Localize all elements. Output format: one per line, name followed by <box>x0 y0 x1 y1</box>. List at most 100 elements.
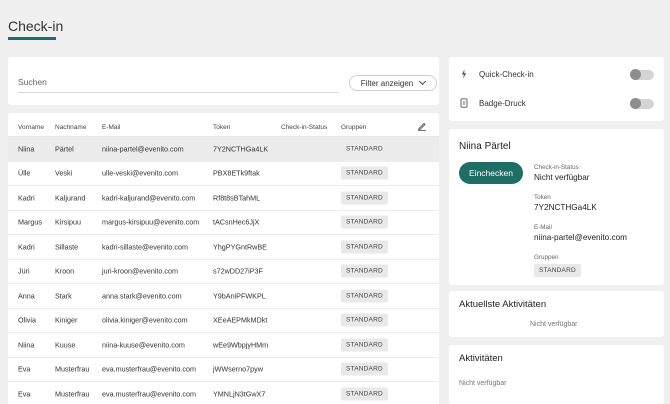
cell-first-name: Niina <box>18 144 35 154</box>
cell-token: wEe9WbpjyHMm <box>213 340 269 350</box>
email-value: niina-partel@evenito.com <box>534 233 627 242</box>
cell-last-name: Sillaste <box>55 242 79 252</box>
group-badge: STANDARD <box>341 362 388 376</box>
column-header-email[interactable]: E-Mail <box>102 124 120 131</box>
cell-token: s72wDD27iP3F <box>213 266 263 276</box>
filter-button-label: Filter anzeigen <box>360 78 414 88</box>
cell-last-name: Kiniger <box>55 315 78 325</box>
cell-email: ulle-veski@evenito.com <box>102 168 179 178</box>
table-row[interactable]: Ülle Veski ulle-veski@evenito.com PBX8ETk9f… <box>8 162 439 186</box>
checkin-status-value: Nicht verfügbar <box>534 173 590 182</box>
table-header: Vorname Nachname E-Mail Token Check-in-S… <box>8 113 439 137</box>
cell-last-name: Pärtel <box>55 144 74 154</box>
group-badge: STANDARD <box>341 240 388 254</box>
badge-print-row: Badge-Druck <box>449 89 664 117</box>
toggle-knob <box>630 69 641 80</box>
token-value: 7Y2NCTHGa4LK <box>534 203 597 212</box>
group-badge: STANDARD <box>341 215 388 229</box>
search-input[interactable] <box>18 73 338 93</box>
cell-first-name: Kadri <box>18 193 35 203</box>
groups-label: Gruppen <box>534 254 559 261</box>
latest-activities-empty: Nicht verfügbar <box>530 321 578 328</box>
table-row[interactable]: Jüri Kroon juri-kroon@evenito.com s72wDD27i… <box>8 260 439 284</box>
group-badge: STANDARD <box>341 387 388 401</box>
group-badge: STANDARD <box>341 166 388 180</box>
cell-email: juri-kroon@evenito.com <box>102 266 179 276</box>
cell-email: niina-partel@evenito.com <box>102 144 184 154</box>
table-row[interactable]: Kadri Kaljurand kadri-kaljurand@evenito.co… <box>8 186 439 211</box>
checkin-status-label: Check-in-Status <box>534 164 579 171</box>
quick-checkin-toggle[interactable] <box>630 69 654 80</box>
chevron-down-icon <box>419 77 427 86</box>
cell-last-name: Kirsipuu <box>55 217 81 227</box>
page-title-underline <box>8 37 56 40</box>
latest-activities-title: Aktuellste Aktivitäten <box>459 299 547 310</box>
badge-icon <box>460 98 468 108</box>
cell-email: niina-kuuse@evenito.com <box>102 340 185 350</box>
cell-last-name: Kaljurand <box>55 193 86 203</box>
guest-name: Niina Pärtel <box>459 141 511 152</box>
lightning-icon <box>461 69 467 79</box>
group-badge: STANDARD <box>341 264 388 278</box>
cell-last-name: Musterfrau <box>55 389 90 399</box>
column-header-first-name[interactable]: Vorname <box>18 124 44 131</box>
quick-checkin-label: Quick-Check-in <box>479 70 534 79</box>
cell-token: Y9bAniPFWKPL <box>213 291 266 301</box>
table-row[interactable]: Eva Musterfrau eva.musterfrau@evenito.com j… <box>8 358 439 382</box>
group-badge: STANDARD <box>346 145 383 153</box>
table-row[interactable]: Kadri Sillaste kadri-sillaste@evenito.com Y… <box>8 235 439 260</box>
checkin-button[interactable]: Einchecken <box>459 162 523 184</box>
cell-token: jWWserno7pyw <box>213 364 263 374</box>
cell-email: kadri-sillaste@evenito.com <box>102 242 188 252</box>
cell-token: tACsnHec6JjX <box>213 217 260 227</box>
table-row[interactable]: Anna Stark anna.stark@evenito.com Y9bAniPFW… <box>8 284 439 309</box>
latest-activities-card: Aktuellste Aktivitäten Nicht verfügbar <box>449 291 664 337</box>
email-label: E-Mail <box>534 224 552 231</box>
column-header-token[interactable]: Token <box>213 124 230 131</box>
table-row[interactable]: Olivia Kiniger olivia.kiniger@evenito.com X… <box>8 309 439 333</box>
guest-detail-card: Niina Pärtel Einchecken Check-in-Status … <box>449 129 664 285</box>
cell-first-name: Jüri <box>18 266 30 276</box>
column-header-groups[interactable]: Gruppen <box>341 124 366 131</box>
cell-last-name: Kroon <box>55 266 75 276</box>
cell-token: PBX8ETk9ftak <box>213 168 260 178</box>
group-badge: STANDARD <box>341 191 388 205</box>
group-badge: STANDARD <box>341 289 388 303</box>
badge-print-toggle[interactable] <box>630 98 654 109</box>
token-label: Token <box>534 194 551 201</box>
group-badge: STANDARD <box>341 338 388 352</box>
cell-token: YhgPYGntRwBE <box>213 242 267 252</box>
edit-columns-icon[interactable] <box>417 121 427 131</box>
page-title: Check-in <box>8 18 64 34</box>
cell-email: margus-kirsipuu@evenito.com <box>102 217 200 227</box>
cell-first-name: Eva <box>18 389 31 399</box>
cell-first-name: Kadri <box>18 242 35 252</box>
table-row[interactable]: Margus Kirsipuu margus-kirsipuu@evenito.co… <box>8 211 439 235</box>
cell-first-name: Anna <box>18 291 35 301</box>
cell-email: anna.stark@evenito.com <box>102 291 182 301</box>
toggle-knob <box>630 98 641 109</box>
cell-email: olivia.kiniger@evenito.com <box>102 315 188 325</box>
settings-card: Quick-Check-in Badge-Druck <box>449 57 664 121</box>
table-row[interactable]: Niina Pärtel niina-partel@evenito.com 7Y2NC… <box>8 137 439 162</box>
cell-first-name: Olivia <box>18 315 36 325</box>
quick-checkin-row: Quick-Check-in <box>449 60 664 88</box>
search-card: Filter anzeigen <box>8 57 439 105</box>
column-header-checkin-status[interactable]: Check-in-Status <box>281 124 327 131</box>
group-badge: STANDARD <box>341 313 388 327</box>
filter-button[interactable]: Filter anzeigen <box>349 75 437 91</box>
table-row[interactable]: Eva Musterfrau eva.musterfrau@evenito.com Y… <box>8 382 439 404</box>
cell-email: kadri-kaljurand@evenito.com <box>102 193 196 203</box>
activities-title: Aktivitäten <box>459 353 503 364</box>
guest-table: Vorname Nachname E-Mail Token Check-in-S… <box>8 113 439 404</box>
activities-empty: Nicht verfügbar <box>459 380 507 387</box>
cell-last-name: Kuuse <box>55 340 76 350</box>
activities-card: Aktivitäten Nicht verfügbar <box>449 345 664 404</box>
cell-first-name: Margus <box>18 217 42 227</box>
group-badge: STANDARD <box>534 264 581 277</box>
cell-first-name: Ülle <box>18 168 31 178</box>
column-header-last-name[interactable]: Nachname <box>55 124 86 131</box>
table-row[interactable]: Niina Kuuse niina-kuuse@evenito.com wEe9Wbp… <box>8 333 439 358</box>
cell-email: eva.musterfrau@evenito.com <box>102 389 196 399</box>
cell-last-name: Veski <box>55 168 73 178</box>
